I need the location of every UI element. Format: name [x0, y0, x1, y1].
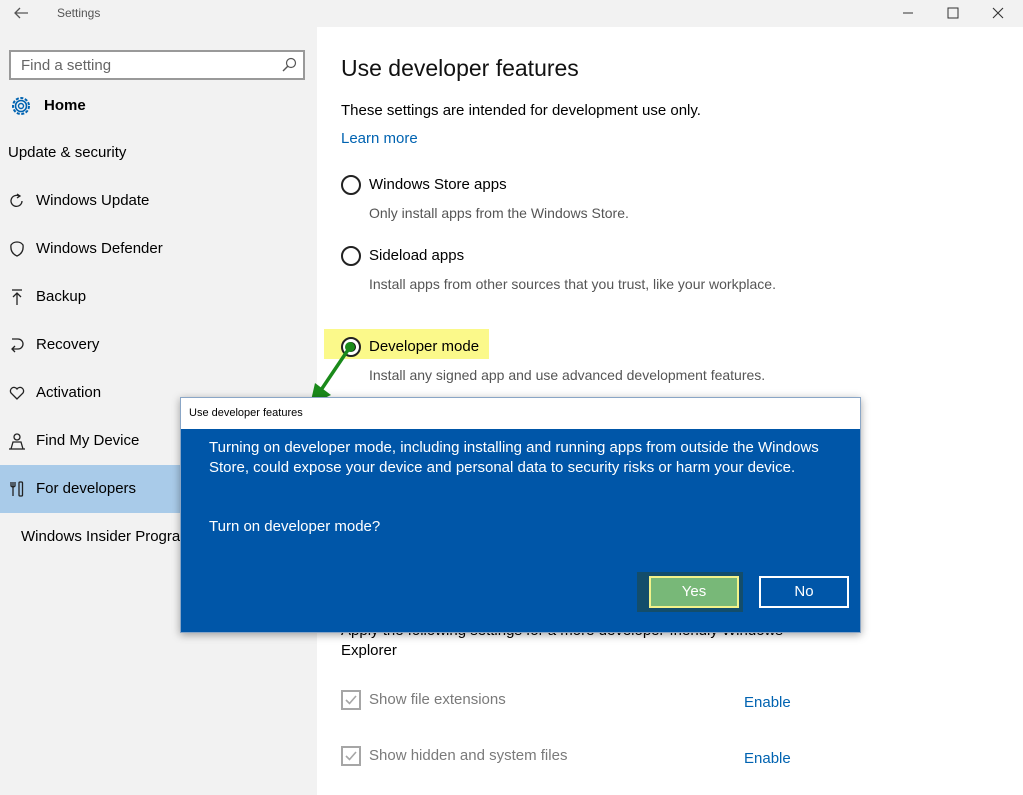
windows-store-apps-radio[interactable] — [341, 175, 361, 195]
minimize-icon[interactable] — [897, 4, 919, 22]
search-placeholder: Find a setting — [21, 57, 112, 74]
window-title: Settings — [57, 6, 101, 20]
windows-store-apps-label[interactable]: Windows Store apps — [369, 176, 507, 193]
heart-check-icon — [9, 386, 25, 400]
sidebar-item-label: Windows Insider Progra — [21, 528, 181, 545]
checkmark-icon — [345, 695, 357, 705]
dialog-message: Turning on developer mode, including ins… — [209, 439, 819, 476]
sidebar-item-label: Recovery — [36, 336, 100, 353]
show-hidden-files-checkbox[interactable] — [341, 746, 361, 766]
developer-tools-icon — [10, 481, 24, 497]
sidebar-item-label: Backup — [36, 288, 87, 305]
sidebar-item-windows-update[interactable]: Windows Update — [0, 177, 317, 225]
gear-icon — [12, 97, 30, 115]
developer-mode-label[interactable]: Developer mode — [369, 338, 479, 355]
no-button[interactable]: No — [759, 576, 849, 608]
sidebar-item-label: Find My Device — [36, 432, 140, 449]
home-label: Home — [44, 97, 86, 114]
show-file-extensions-label: Show file extensions — [369, 691, 506, 708]
sidebar-item-label: Activation — [36, 384, 102, 401]
title-bar: Settings — [0, 0, 1023, 27]
learn-more-link[interactable]: Learn more — [341, 130, 418, 147]
intro-text: These settings are intended for developm… — [341, 102, 701, 119]
sidebar-item-label: For developers — [36, 480, 137, 497]
back-arrow-icon[interactable] — [12, 4, 30, 22]
person-locate-icon — [9, 433, 25, 450]
page-title: Use developer features — [341, 55, 579, 81]
dialog-title: Use developer features — [189, 407, 303, 419]
dialog-question: Turn on developer mode? — [209, 518, 381, 535]
close-icon[interactable] — [987, 4, 1009, 22]
yes-button[interactable]: Yes — [649, 576, 739, 608]
refresh-icon — [10, 193, 23, 207]
search-icon[interactable] — [281, 57, 297, 73]
checkmark-icon — [345, 751, 357, 761]
windows-store-apps-description: Only install apps from the Windows Store… — [369, 205, 629, 221]
developer-mode-description: Install any signed app and use advanced … — [369, 367, 766, 383]
recovery-icon — [11, 338, 24, 353]
show-file-extensions-checkbox[interactable] — [341, 690, 361, 710]
sideload-apps-label[interactable]: Sideload apps — [369, 247, 464, 264]
maximize-icon[interactable] — [942, 4, 964, 22]
show-hidden-files-label: Show hidden and system files — [369, 747, 568, 764]
sidebar-item-windows-defender[interactable]: Windows Defender — [0, 225, 317, 273]
search-input[interactable]: Find a setting — [9, 50, 305, 80]
dialog-title-bar: Use developer features — [181, 398, 860, 429]
sidebar-item-label: Windows Update — [36, 192, 150, 209]
backup-arrow-icon — [12, 289, 22, 305]
enable-hidden-files-link[interactable]: Enable — [744, 750, 791, 767]
sideload-apps-description: Install apps from other sources that you… — [369, 276, 776, 292]
section-title: Update & security — [8, 144, 127, 161]
developer-mode-dialog: Use developer features Turning on develo… — [180, 397, 861, 633]
sidebar-item-recovery[interactable]: Recovery — [0, 321, 317, 369]
sideload-apps-radio[interactable] — [341, 246, 361, 266]
shield-icon — [10, 241, 24, 257]
sidebar-item-label: Windows Defender — [36, 240, 163, 257]
enable-file-extensions-link[interactable]: Enable — [744, 694, 791, 711]
sidebar-item-backup[interactable]: Backup — [0, 273, 317, 321]
